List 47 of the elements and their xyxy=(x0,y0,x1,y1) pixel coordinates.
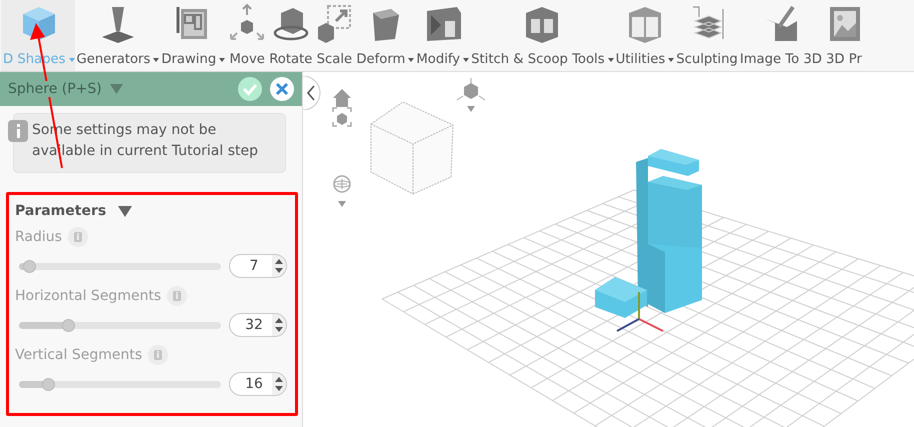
toolbar-button[interactable]: Sculpting xyxy=(676,0,738,71)
slider-track[interactable] xyxy=(19,262,221,270)
toolbar-button[interactable]: Stitch & Scoop Tools xyxy=(471,0,614,71)
info-icon xyxy=(8,120,28,142)
toolbar-button[interactable]: Move xyxy=(227,0,268,71)
section-caret-icon[interactable] xyxy=(118,205,132,217)
toolbar-button[interactable]: Deform xyxy=(356,0,414,71)
parameter-label: Horizontal Segments xyxy=(15,288,162,304)
toolbar-button[interactable]: 3D Pr xyxy=(824,0,864,71)
toolbar-button[interactable]: Generators xyxy=(76,0,160,71)
spinner-icon[interactable] xyxy=(272,373,286,395)
number-field[interactable]: 16 xyxy=(229,372,287,396)
spinner-icon[interactable] xyxy=(272,314,286,336)
dropdown-caret-icon[interactable] xyxy=(110,84,123,94)
view-cube[interactable] xyxy=(370,101,454,195)
spinner-icon[interactable] xyxy=(272,255,286,277)
slider-track[interactable] xyxy=(19,380,221,388)
camera-view-icon[interactable] xyxy=(456,78,486,112)
caret-icon xyxy=(68,58,75,62)
toolbar-button[interactable]: Scale xyxy=(314,0,354,71)
toolbar-button[interactable]: Image To 3D xyxy=(740,0,822,71)
confirm-icon[interactable] xyxy=(238,77,262,101)
caret-icon xyxy=(408,58,414,62)
toolbar-button[interactable]: Drawing xyxy=(161,0,226,71)
close-icon[interactable] xyxy=(270,77,294,101)
parameter-label: Vertical Segments xyxy=(15,347,142,363)
slider-thumb[interactable] xyxy=(42,378,55,390)
caret-icon xyxy=(219,58,226,62)
toolbar-button[interactable]: Rotate xyxy=(269,0,312,71)
caret-icon xyxy=(668,58,674,62)
caret-icon xyxy=(463,58,470,62)
home-icon[interactable] xyxy=(333,89,351,107)
toolbar-button[interactable]: Utilities xyxy=(616,0,674,71)
slider-thumb[interactable] xyxy=(62,318,76,332)
slider-thumb[interactable] xyxy=(22,260,36,272)
axis-gizmo-icon xyxy=(616,292,664,332)
fit-view-icon[interactable] xyxy=(332,107,352,127)
slider-track[interactable] xyxy=(19,322,221,328)
number-field[interactable]: 32 xyxy=(229,313,287,337)
section-title: Parameters xyxy=(15,203,106,219)
parameter-label: Radius xyxy=(15,229,62,245)
orbit-icon[interactable] xyxy=(333,175,351,207)
number-field[interactable]: 7 xyxy=(229,254,287,278)
toolbar-button[interactable]: Modify xyxy=(416,0,470,71)
panel-title: Sphere (P+S) xyxy=(8,81,102,97)
caret-icon xyxy=(153,58,160,62)
caret-icon xyxy=(608,58,614,62)
